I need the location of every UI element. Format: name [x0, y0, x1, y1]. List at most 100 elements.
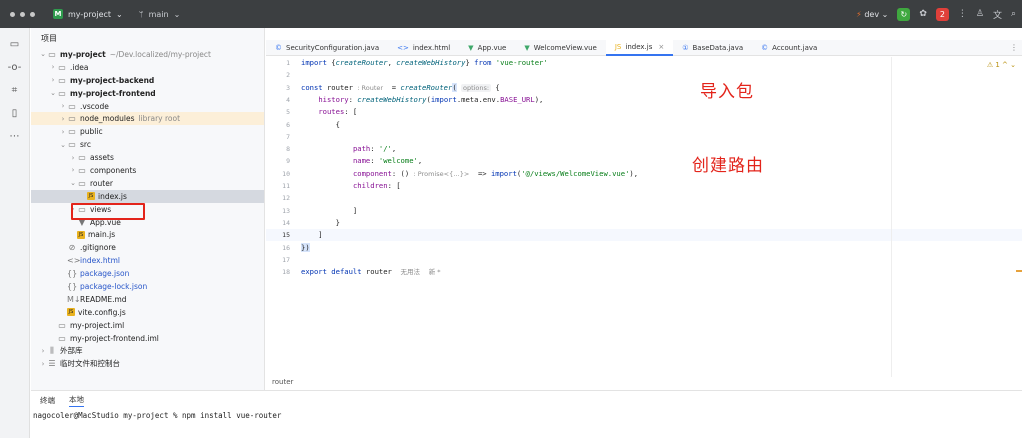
editor-tab[interactable]: JS index.js ×: [605, 39, 674, 56]
tree-item[interactable]: › ▭ assets: [31, 151, 264, 164]
chevron-right-icon[interactable]: ›: [39, 347, 47, 355]
project-tool-icon[interactable]: ▭: [10, 39, 19, 50]
debug-icon[interactable]: ✿: [919, 9, 927, 19]
chevron-right-icon[interactable]: ›: [59, 102, 67, 110]
editor-tabs: © SecurityConfiguration.java <> index.html ▼…: [266, 39, 1022, 56]
search-icon[interactable]: ⌕: [1011, 9, 1016, 19]
tree-item[interactable]: M↓ README.md: [31, 293, 264, 306]
line-number: 15: [282, 231, 290, 240]
chevron-right-icon[interactable]: ›: [69, 166, 77, 174]
project-panel-header[interactable]: 项目: [31, 28, 264, 48]
breadcrumb[interactable]: router: [272, 378, 293, 386]
tab-local[interactable]: 本地: [69, 394, 84, 407]
tree-item[interactable]: › ☰ 临时文件和控制台: [31, 357, 264, 370]
tree-item[interactable]: <> index.html: [31, 254, 264, 267]
scrollbar-marker: [1016, 270, 1022, 272]
tree-item[interactable]: ▭ my-project.iml: [31, 319, 264, 332]
tree-item-label: components: [90, 165, 137, 175]
tree-item-label: my-project.iml: [70, 320, 125, 330]
editor-tab[interactable]: ▼ WelcomeView.vue: [515, 40, 606, 56]
translate-icon[interactable]: 文: [993, 8, 1002, 21]
editor-tab[interactable]: ① BaseData.java: [673, 40, 752, 56]
window-controls[interactable]: [10, 11, 35, 17]
line-number: 13: [282, 206, 290, 215]
tree-item-label: index.html: [80, 256, 120, 266]
run-config-selector[interactable]: ⚡ dev ⌄: [856, 10, 888, 19]
chevron-down-icon[interactable]: ⌄: [59, 141, 67, 149]
tree-item[interactable]: {} package.json: [31, 267, 264, 280]
line-number: 2: [286, 71, 290, 80]
terminal-title[interactable]: 终端: [40, 395, 55, 406]
minimize-window-button[interactable]: [20, 11, 25, 17]
tree-item[interactable]: ▭ my-project-frontend.iml: [31, 332, 264, 345]
maximize-window-button[interactable]: [30, 11, 35, 17]
tabs-overflow-icon[interactable]: ⋮: [1010, 43, 1018, 52]
code-line: ]: [301, 205, 358, 215]
chevron-down-icon[interactable]: ⌄: [49, 89, 57, 97]
chevron-right-icon[interactable]: ›: [49, 63, 57, 71]
inspection-widget[interactable]: ⚠ 1 ^ ⌄: [987, 61, 1016, 69]
tree-item[interactable]: ⊘ .gitignore: [31, 241, 264, 254]
editor-tab[interactable]: © Account.java: [752, 40, 826, 56]
code-editor[interactable]: 1 2 3 4 5 6 7 8 9 10 11 12 13 14 15 16 17 18 import {crea…: [266, 57, 1022, 390]
type-hint: : Router: [357, 83, 384, 92]
tree-item[interactable]: ⌄ ▭ my-project ~/Dev.localized/my-project: [31, 48, 264, 61]
tree-item[interactable]: ⌄ ▭ my-project-frontend: [31, 87, 264, 100]
more-tools-icon[interactable]: ⋯: [10, 131, 20, 142]
line-number: 10: [282, 169, 290, 178]
tree-item[interactable]: › ▭ components: [31, 164, 264, 177]
terminal-command-line[interactable]: nagocoler@MacStudio my-project % npm ins…: [31, 411, 1022, 420]
folder-icon: ▭: [48, 49, 56, 59]
tree-item[interactable]: JS vite.config.js: [31, 306, 264, 319]
scratch-icon: ☰: [48, 359, 56, 369]
tree-item[interactable]: › ▭ my-project-backend: [31, 74, 264, 87]
tree-item[interactable]: › ▭ node_modules library root: [31, 112, 264, 126]
more-icon[interactable]: ⋮: [958, 9, 967, 19]
close-window-button[interactable]: [10, 11, 15, 17]
tree-item[interactable]: ⌄ ▭ src: [31, 138, 264, 151]
editor-tab[interactable]: <> index.html: [388, 40, 459, 56]
editor-tab[interactable]: © SecurityConfiguration.java: [266, 40, 388, 56]
tree-item[interactable]: › ▭ .idea: [31, 61, 264, 74]
tree-item[interactable]: JS index.js: [31, 189, 264, 203]
chevron-right-icon[interactable]: ›: [39, 360, 47, 368]
new-hint: 新 *: [428, 268, 441, 277]
chevron-right-icon[interactable]: ›: [69, 154, 77, 162]
close-tab-icon[interactable]: ×: [658, 43, 664, 51]
chevron-down-icon[interactable]: ⌄: [69, 179, 77, 187]
chevron-right-icon[interactable]: ›: [59, 128, 67, 136]
bookmarks-tool-icon[interactable]: ▯: [12, 108, 18, 119]
branch-switcher[interactable]: ᛘ main ⌄: [139, 10, 181, 19]
code-line: ]: [301, 230, 323, 240]
tree-item[interactable]: JS main.js: [31, 228, 264, 241]
line-number: 6: [286, 120, 290, 129]
structure-tool-icon[interactable]: ⌗: [12, 85, 18, 96]
editor-tab[interactable]: ▼ App.vue: [459, 40, 515, 56]
account-icon[interactable]: ♙: [976, 9, 984, 19]
tree-item-label: node_modules: [80, 114, 135, 124]
tab-label: BaseData.java: [692, 43, 744, 52]
project-switcher[interactable]: M my-project ⌄: [53, 9, 123, 19]
tree-item[interactable]: {} package-lock.json: [31, 280, 264, 293]
tree-item-label: main.js: [88, 230, 116, 240]
json-icon: {}: [67, 281, 78, 291]
line-number: 1: [286, 59, 290, 67]
chevron-right-icon[interactable]: ›: [59, 115, 67, 123]
tree-item[interactable]: ▼ App.vue: [31, 216, 264, 229]
commit-tool-icon[interactable]: -o-: [8, 62, 22, 73]
run-icon[interactable]: ↻: [897, 7, 911, 21]
tree-item[interactable]: › ▭ views: [31, 203, 264, 216]
tree-item[interactable]: › ▭ public: [31, 125, 264, 138]
html-icon: <>: [67, 256, 81, 266]
tree-item[interactable]: › ▭ .vscode: [31, 100, 264, 113]
tree-item[interactable]: ⌄ ▭ router: [31, 177, 264, 190]
stop-icon[interactable]: 2: [935, 7, 949, 21]
tree-item[interactable]: › ⫼ 外部库: [31, 344, 264, 357]
chevron-down-icon: ⌄: [116, 9, 123, 19]
tabs-container: © SecurityConfiguration.java <> index.html ▼…: [266, 39, 826, 56]
chevron-right-icon[interactable]: ›: [49, 76, 57, 84]
folder-icon: ▭: [68, 101, 76, 111]
code-line: export default router 无用法 新 *: [301, 267, 441, 277]
tree-item-extra: ~/Dev.localized/my-project: [109, 49, 211, 59]
chevron-down-icon[interactable]: ⌄: [39, 50, 47, 58]
